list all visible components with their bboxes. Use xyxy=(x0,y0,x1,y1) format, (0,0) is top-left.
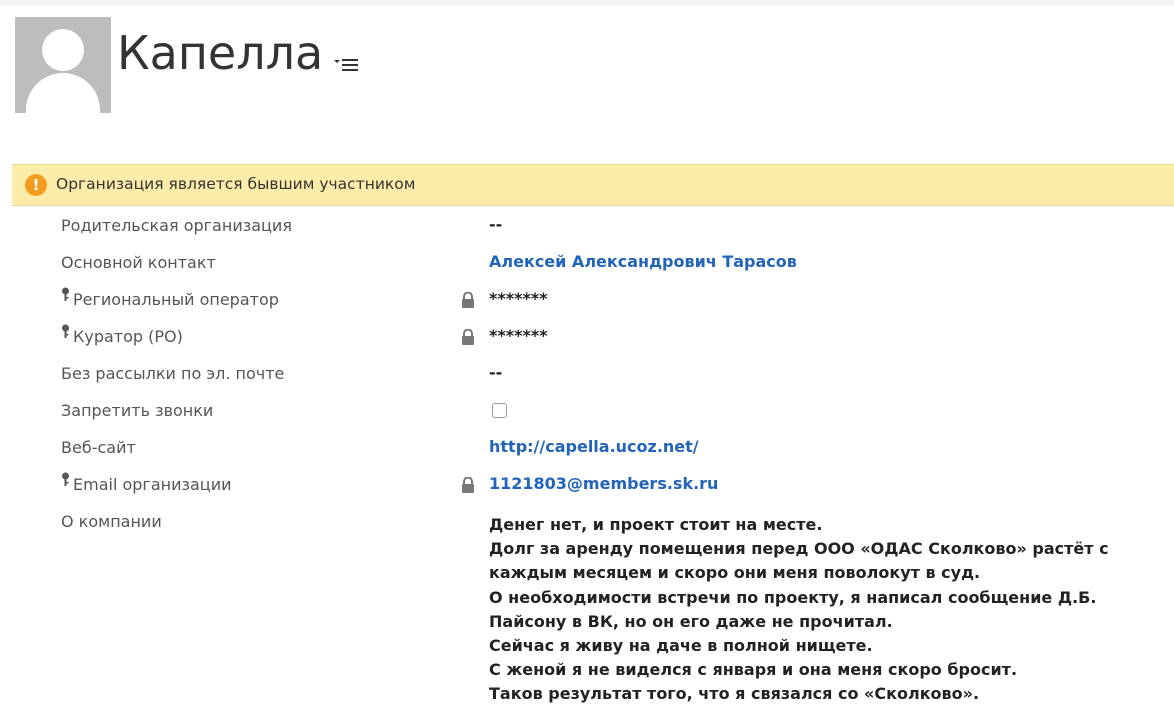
field-label: Email организации xyxy=(60,472,232,494)
notice-text: Организация является бывшим участником xyxy=(56,175,416,193)
warning-icon: ! xyxy=(25,174,47,196)
field-label: Родительская организация xyxy=(61,216,292,235)
key-icon xyxy=(62,287,69,301)
key-icon xyxy=(62,324,69,338)
field-row-no-calls: Запретить звонки xyxy=(0,394,1174,431)
avatar[interactable] xyxy=(15,17,111,113)
website-link[interactable]: http://capella.ucoz.net/ xyxy=(489,437,699,456)
email-link[interactable]: 1121803@members.sk.ru xyxy=(489,474,718,493)
primary-contact-link[interactable]: Алексей Александрович Тарасов xyxy=(489,252,797,271)
lock-icon xyxy=(462,477,474,493)
about-line: Долг за аренду помещения перед ООО «ОДАС… xyxy=(489,539,1109,559)
record-title: Капелла xyxy=(117,26,324,80)
about-line: Денег нет, и проект стоит на месте. xyxy=(489,515,823,534)
about-line: Таков результат того, что я связался со … xyxy=(489,684,980,704)
menu-icon[interactable] xyxy=(334,56,358,74)
field-row-regional-operator: Региональный оператор ******* xyxy=(0,283,1174,320)
no-calls-checkbox[interactable] xyxy=(492,403,507,418)
field-label: Региональный оператор xyxy=(60,287,279,309)
lock-icon xyxy=(462,292,474,308)
about-line: Пайсону в ВК, но он его даже не прочитал… xyxy=(489,611,893,631)
field-label: Куратор (РО) xyxy=(60,324,183,346)
about-line: С женой я не виделся с января и она меня… xyxy=(489,660,1018,680)
about-text[interactable]: Денег нет, и проект стоит на месте. Долг… xyxy=(489,513,1109,707)
field-row-website: Веб-сайт http://capella.ucoz.net/ xyxy=(0,431,1174,468)
lock-icon xyxy=(462,329,474,345)
field-row-primary-contact: Основной контакт Алексей Александрович Т… xyxy=(0,246,1174,283)
avatar-body-shape xyxy=(26,73,100,113)
field-label: Запретить звонки xyxy=(61,401,214,420)
field-label-text: Email организации xyxy=(73,475,232,494)
field-label-text: Региональный оператор xyxy=(73,290,279,309)
field-row-email: Email организации 1121803@members.sk.ru xyxy=(0,468,1174,505)
avatar-head-shape xyxy=(42,29,84,71)
field-value-masked: ******* xyxy=(489,289,548,308)
field-row-no-email: Без рассылки по эл. почте -- xyxy=(0,357,1174,394)
field-label: Без рассылки по эл. почте xyxy=(61,364,285,383)
about-line: О необходимости встречи по проекту, я на… xyxy=(489,587,1097,607)
field-label: Основной контакт xyxy=(61,253,216,272)
notice-banner: ! Организация является бывшим участником xyxy=(12,164,1174,206)
field-value[interactable]: -- xyxy=(489,215,502,234)
field-value[interactable]: -- xyxy=(489,363,502,382)
field-value-masked: ******* xyxy=(489,326,548,345)
top-bar xyxy=(0,0,1174,6)
about-line: Сейчас я живу на даче в полной нищете. xyxy=(489,636,873,656)
field-row-parent: Родительская организация -- xyxy=(0,209,1174,246)
field-label: Веб-сайт xyxy=(61,438,136,457)
key-icon xyxy=(62,472,69,486)
field-label-text: Куратор (РО) xyxy=(73,327,183,346)
field-label: О компании xyxy=(61,512,162,531)
about-line: каждым месяцем и скоро они меня поволоку… xyxy=(489,563,981,583)
field-row-curator: Куратор (РО) ******* xyxy=(0,320,1174,357)
